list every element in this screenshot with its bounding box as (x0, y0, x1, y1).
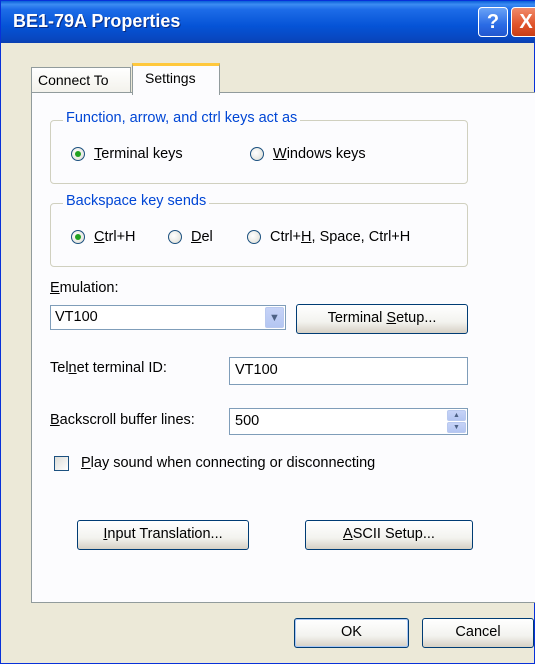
radio-unchecked-icon (168, 230, 182, 244)
backscroll-stepper[interactable]: 500 ▲ ▼ (229, 408, 468, 435)
ctrl-h-radio[interactable]: Ctrl+H (71, 229, 136, 245)
terminal-keys-label: Terminal keys (94, 146, 183, 162)
cancel-button[interactable]: Cancel (422, 618, 534, 648)
function-keys-legend: Function, arrow, and ctrl keys act as (63, 110, 301, 126)
properties-dialog: BE1-79A Properties ? X Connect To Settin… (0, 0, 535, 664)
tab-connect-to[interactable]: Connect To (31, 67, 131, 94)
emulation-value: VT100 (55, 309, 98, 325)
backspace-legend: Backspace key sends (63, 193, 210, 209)
ctrl-h-space-radio[interactable]: Ctrl+H, Space, Ctrl+H (247, 229, 410, 245)
settings-panel: Function, arrow, and ctrl keys act as Te… (31, 92, 535, 603)
function-keys-group: Function, arrow, and ctrl keys act as Te… (50, 110, 468, 184)
tab-settings[interactable]: Settings (132, 63, 220, 95)
windows-keys-radio[interactable]: Windows keys (250, 146, 366, 162)
radio-unchecked-icon (250, 147, 264, 161)
ascii-setup-button[interactable]: ASCII Setup... (305, 520, 473, 550)
del-radio[interactable]: Del (168, 229, 213, 245)
help-icon: ? (486, 10, 500, 33)
play-sound-label: Play sound when connecting or disconnect… (81, 455, 376, 471)
emulation-select[interactable]: VT100 ▼ (50, 305, 286, 330)
close-button[interactable]: X (511, 7, 535, 37)
del-label: Del (191, 229, 213, 245)
ctrl-h-space-label: Ctrl+H, Space, Ctrl+H (270, 229, 411, 245)
ctrl-h-label: Ctrl+H (94, 229, 136, 245)
ok-button[interactable]: OK (294, 618, 409, 648)
terminal-keys-radio[interactable]: Terminal keys (71, 146, 183, 162)
terminal-setup-button[interactable]: Terminal Setup... (296, 304, 468, 334)
radio-unchecked-icon (247, 230, 261, 244)
spin-up-icon[interactable]: ▲ (447, 410, 466, 421)
title-bar[interactable]: BE1-79A Properties ? X (1, 1, 535, 43)
help-button[interactable]: ? (478, 7, 508, 37)
windows-keys-label: Windows keys (273, 146, 366, 162)
spin-down-icon[interactable]: ▼ (447, 422, 466, 433)
telnet-id-field[interactable]: VT100 (229, 357, 468, 385)
radio-checked-icon (71, 147, 85, 161)
input-translation-button[interactable]: Input Translation... (77, 520, 249, 550)
close-icon: X (519, 10, 533, 33)
backscroll-value: 500 (235, 413, 260, 429)
chevron-down-icon[interactable]: ▼ (265, 307, 284, 328)
telnet-id-label: Telnet terminal ID: (50, 360, 167, 376)
window-title: BE1-79A Properties (13, 11, 181, 31)
backscroll-label: Backscroll buffer lines: (50, 412, 195, 428)
play-sound-checkbox[interactable] (54, 456, 69, 471)
emulation-label: Emulation: (50, 280, 119, 296)
radio-checked-icon (71, 230, 85, 244)
backspace-group: Backspace key sends Ctrl+H Del Ctrl+H, S… (50, 193, 468, 267)
